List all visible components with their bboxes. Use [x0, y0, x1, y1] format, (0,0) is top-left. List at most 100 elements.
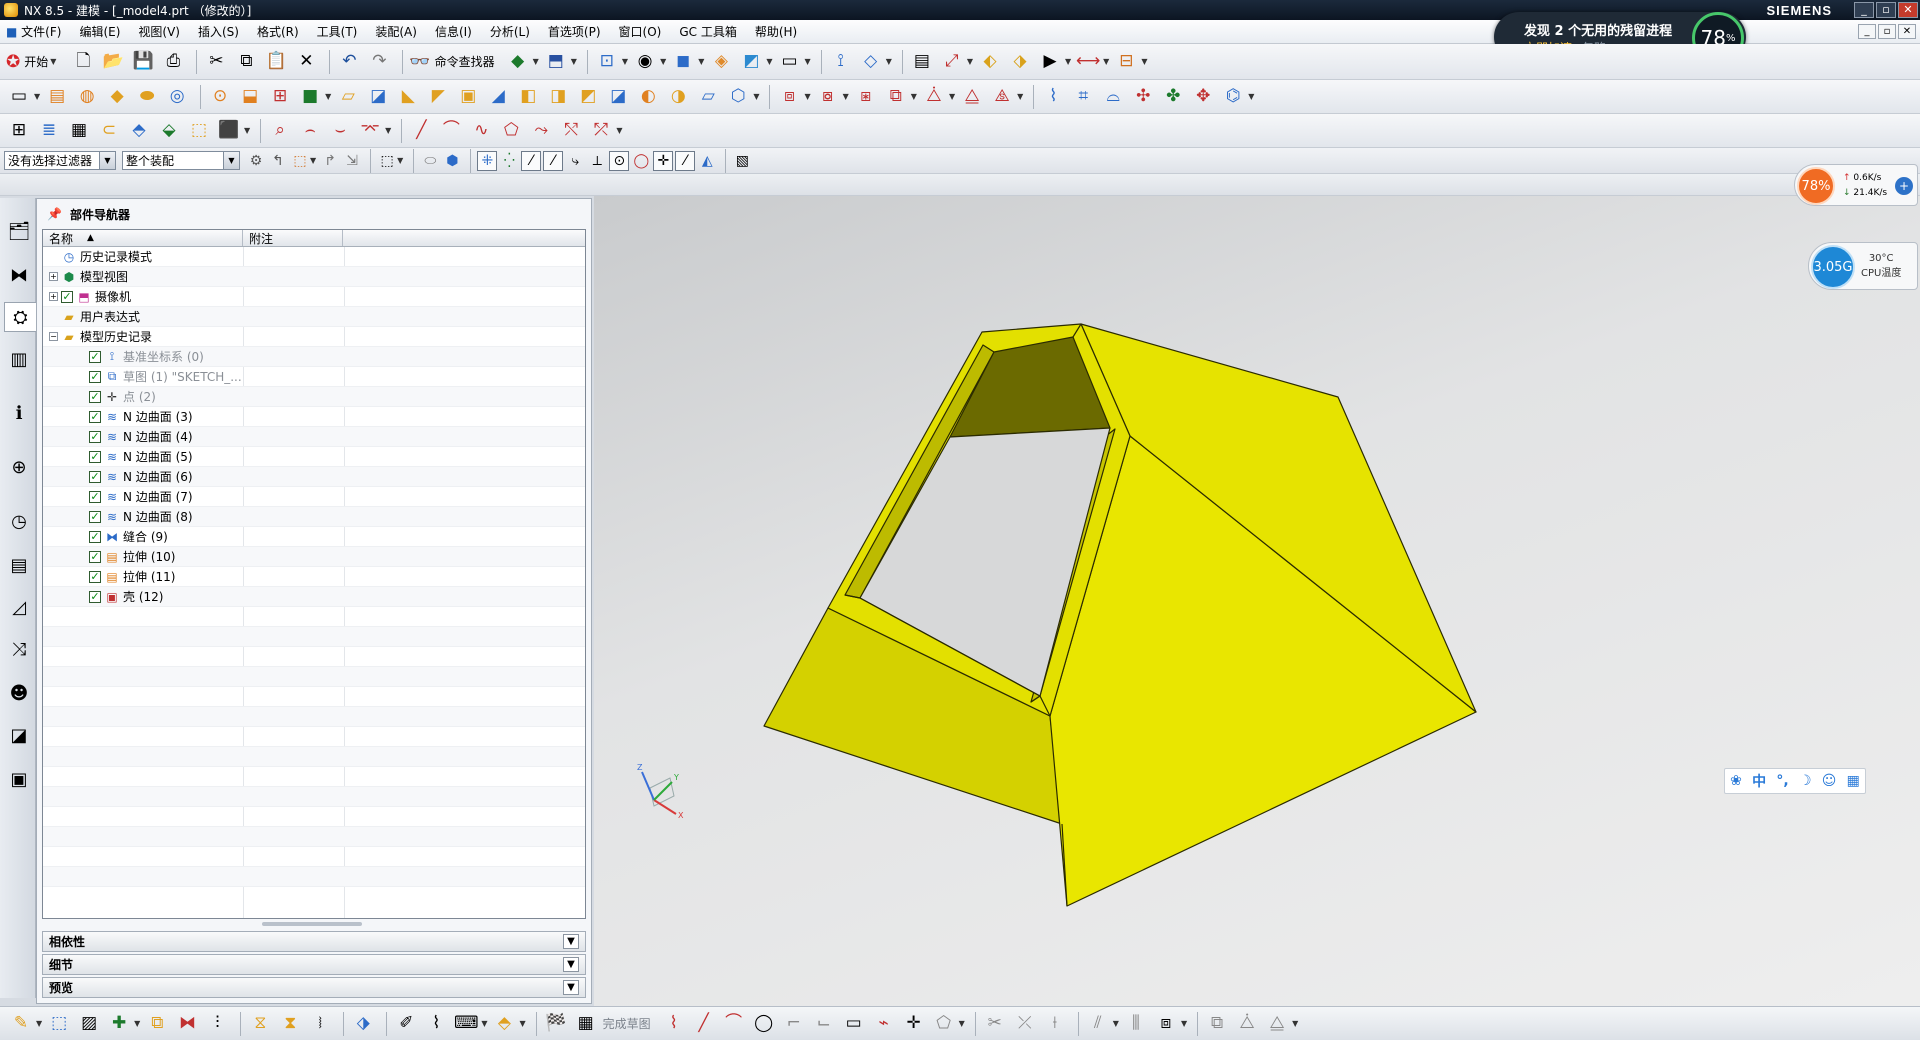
polygon-icon[interactable]: ⬠: [498, 118, 524, 144]
sketch-fillet-icon[interactable]: ⌐: [781, 1011, 807, 1037]
snap-settings-icon[interactable]: ⁛: [499, 151, 519, 171]
rectangle-select-icon[interactable]: ⬚: [377, 151, 397, 171]
copy-icon[interactable]: ⧉: [233, 49, 259, 75]
menu-tools[interactable]: 工具(T): [308, 23, 367, 40]
sketch-display-icon[interactable]: ⧊: [1234, 1011, 1260, 1037]
visualization-icon[interactable]: ◿: [6, 592, 32, 622]
cut-icon[interactable]: ✂: [203, 49, 229, 75]
close-button[interactable]: ✕: [1898, 2, 1918, 18]
wcs-icon[interactable]: ⟟: [828, 49, 854, 75]
sketch-arc-icon[interactable]: ⌒: [721, 1011, 747, 1037]
sketch-line-icon[interactable]: ╱: [691, 1011, 717, 1037]
edge-display-icon[interactable]: ◈: [708, 49, 734, 75]
visibility-checkbox[interactable]: ✓: [89, 490, 101, 503]
name-column-header[interactable]: 名称 ▲: [43, 230, 243, 246]
through-curves-icon[interactable]: ⌇: [1040, 84, 1066, 110]
finish-sketch-icon[interactable]: 🏁: [543, 1011, 569, 1037]
end-point-snap-icon[interactable]: ⁄: [521, 150, 542, 171]
sketch-rectangle-icon[interactable]: ▭: [841, 1011, 867, 1037]
quick-trim-icon[interactable]: ✂: [982, 1011, 1008, 1037]
visibility-checkbox[interactable]: ✓: [89, 550, 101, 563]
tree-row[interactable]: ▰ 用户表达式: [43, 307, 585, 327]
through-curve-mesh-icon[interactable]: ⌗: [1070, 84, 1096, 110]
doc-close-button[interactable]: ✕: [1898, 24, 1916, 39]
feature-selection-icon[interactable]: ↰: [268, 151, 288, 171]
sketch-orient-icon[interactable]: ⬗: [350, 1011, 376, 1037]
select-in-window-icon[interactable]: ⇲: [342, 151, 362, 171]
boss-icon[interactable]: ⬓: [237, 84, 263, 110]
part-navigator-icon[interactable]: ⛭: [4, 302, 36, 332]
section-view-icon[interactable]: ◩: [738, 49, 764, 75]
layer-settings-icon[interactable]: ▤: [909, 49, 935, 75]
minimize-button[interactable]: _: [1854, 2, 1874, 18]
grid-menu-icon[interactable]: ▦: [1847, 773, 1860, 789]
doc-restore-button[interactable]: ▫: [1878, 24, 1896, 39]
sphere-icon[interactable]: ◎: [164, 84, 190, 110]
graphics-window[interactable]: Z X Y: [594, 196, 1920, 1006]
menu-information[interactable]: 信息(I): [426, 23, 481, 40]
tree-row[interactable]: ✓ ≋ N 边曲面 (4): [43, 427, 585, 447]
revolve-icon[interactable]: ◍: [74, 84, 100, 110]
maximize-button[interactable]: ▫: [1876, 2, 1896, 18]
orient-view-icon[interactable]: ◼: [670, 49, 696, 75]
pad-icon[interactable]: ■: [297, 84, 323, 110]
pattern-sketch-curve-icon[interactable]: ⧈: [1153, 1011, 1179, 1037]
history-icon[interactable]: ◷: [6, 506, 32, 536]
visibility-checkbox[interactable]: ✓: [89, 530, 101, 543]
training-icon[interactable]: ▣: [6, 764, 32, 794]
thicken-icon[interactable]: ◪: [605, 84, 631, 110]
quadrant-snap-icon[interactable]: ◯: [631, 151, 651, 171]
expand-icon[interactable]: +: [49, 272, 58, 281]
move-face-icon[interactable]: ⧊: [921, 84, 947, 110]
sketch-animate-icon[interactable]: ⧋: [1264, 1011, 1290, 1037]
open-icon[interactable]: 📂: [100, 49, 126, 75]
model-canvas[interactable]: Z X Y: [594, 196, 1920, 1006]
moon-icon[interactable]: ☽: [1799, 773, 1812, 789]
sketch-relations-icon[interactable]: ⧉: [1204, 1011, 1230, 1037]
sketch-feature-icon[interactable]: ⧖: [247, 1011, 273, 1037]
menu-insert[interactable]: 插入(S): [189, 23, 248, 40]
sketch-polygon-icon[interactable]: ⬠: [931, 1011, 957, 1037]
tree-row[interactable]: − ▰ 模型历史记录: [43, 327, 585, 347]
extrude-icon[interactable]: ▤: [44, 84, 70, 110]
assembly-icon[interactable]: ⬘: [126, 118, 152, 144]
menu-file[interactable]: ■ 文件(F): [0, 23, 70, 40]
sketch-layer-icon[interactable]: ▨: [76, 1011, 102, 1037]
save-icon[interactable]: 💾: [130, 49, 156, 75]
sketch-point-add-icon[interactable]: ✛: [901, 1011, 927, 1037]
visibility-checkbox[interactable]: ✓: [89, 390, 101, 403]
menu-view[interactable]: 视图(V): [129, 23, 189, 40]
view-sketch-icon[interactable]: ⬚: [46, 1011, 72, 1037]
visibility-checkbox[interactable]: ✓: [89, 570, 101, 583]
undo-icon[interactable]: ↶: [336, 49, 362, 75]
point-on-face-snap-icon[interactable]: ◭: [697, 151, 717, 171]
reuse-library-icon[interactable]: ▥: [6, 344, 32, 374]
tree-row[interactable]: ✓ ≋ N 边曲面 (7): [43, 487, 585, 507]
tree-row[interactable]: ✓ ≋ N 边曲面 (3): [43, 407, 585, 427]
sketch-point-icon[interactable]: ✚: [106, 1011, 132, 1037]
edge-blend-icon[interactable]: ◣: [395, 84, 421, 110]
new-icon[interactable]: 🗋: [70, 49, 96, 75]
measure-icon[interactable]: ⊟: [1113, 49, 1139, 75]
menu-analysis[interactable]: 分析(L): [481, 23, 539, 40]
offset-sketch-curve-icon[interactable]: ⫽: [1085, 1011, 1111, 1037]
paste-icon[interactable]: 📋: [263, 49, 289, 75]
draft-icon[interactable]: ◢: [485, 84, 511, 110]
tree-row[interactable]: ◷ 历史记录模式: [43, 247, 585, 267]
visibility-checkbox[interactable]: ✓: [89, 430, 101, 443]
doc-minimize-button[interactable]: _: [1858, 24, 1876, 39]
collapse-icon[interactable]: −: [49, 332, 58, 341]
tree-row[interactable]: ✓ ▤ 拉伸 (10): [43, 547, 585, 567]
blank-icon[interactable]: ▶: [1037, 49, 1063, 75]
system-materials-icon[interactable]: ▤: [6, 550, 32, 580]
expand-icon[interactable]: +: [49, 292, 58, 301]
shell-icon[interactable]: ▣: [455, 84, 481, 110]
punctuation-icon[interactable]: °,: [1776, 773, 1788, 789]
start-button[interactable]: ✪ 开始 ▼: [6, 52, 60, 72]
type-filter-dropdown[interactable]: 没有选择过滤器 ▼: [4, 151, 116, 170]
control-point-snap-icon[interactable]: ⤷: [565, 151, 585, 171]
constraint-navigator-icon[interactable]: ⧓: [6, 260, 32, 290]
profile-icon[interactable]: ⌇: [661, 1011, 687, 1037]
note-column-header[interactable]: 附注: [243, 230, 343, 246]
tree-row[interactable]: + ✓ ⬒ 摄像机: [43, 287, 585, 307]
